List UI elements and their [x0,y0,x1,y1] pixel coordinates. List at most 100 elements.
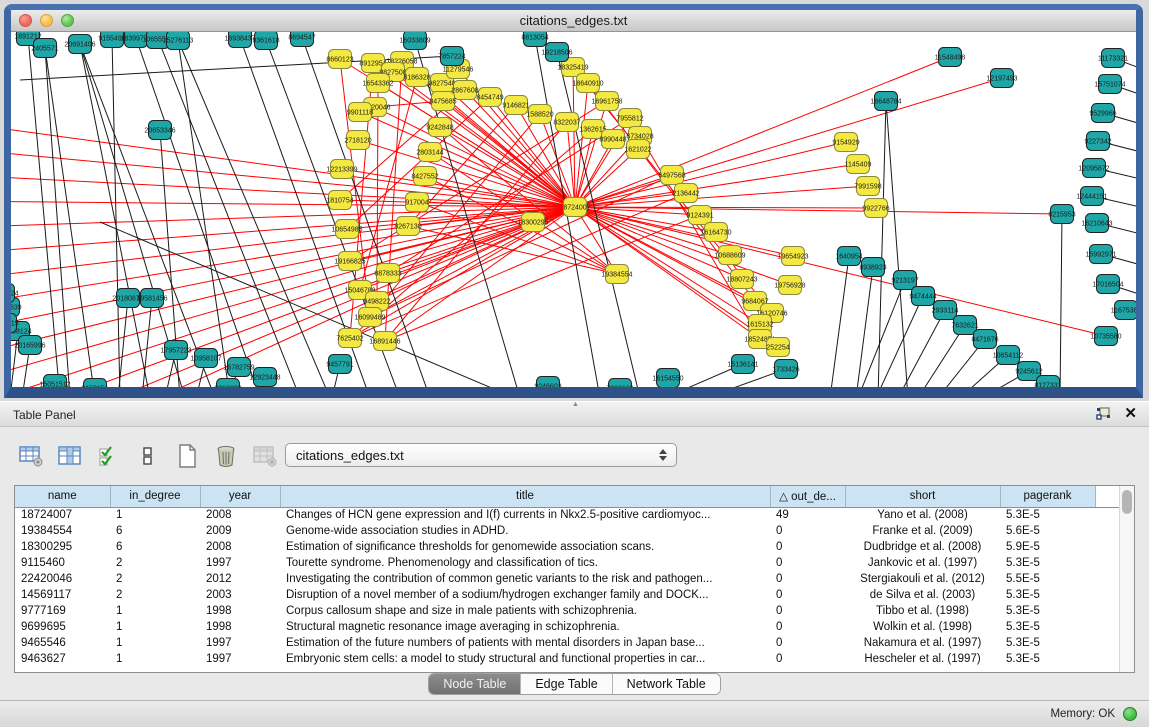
column-header-name[interactable]: name [15,486,110,507]
graph-node-label: 10958107 [190,356,221,363]
status-bar: Memory: OK [0,700,1149,727]
table-cell-filler [1095,523,1119,539]
delete-table-button-disabled [252,443,278,469]
graph-node-label: 16154550 [652,376,683,383]
graph-edge [11,147,575,207]
table-cell: 2003 [200,587,280,603]
table-cell: 5.3E-5 [1000,555,1095,571]
table-row[interactable]: 911546021997Tourette syndrome. Phenomeno… [15,555,1119,571]
table-cell: Embryonic stem cells: a model to study s… [280,651,770,667]
graph-edge [11,207,575,336]
table-cell: 9115460 [15,555,110,571]
graph-node-label: 2160639 [11,305,22,312]
table-row[interactable]: 946554611997Estimation of the future num… [15,635,1119,651]
table-cell: 0 [770,571,845,587]
network-canvas[interactable]: 1872400718300295193845548660123891295418… [11,32,1136,387]
graph-edge [830,256,849,387]
column-header-in-degree[interactable]: in_degree [110,486,200,507]
select-columns-button[interactable] [96,443,122,469]
create-column-button[interactable] [174,443,200,469]
show-columns-button[interactable] [57,443,83,469]
graph-node-label: 16891446 [369,339,400,346]
graph-edge [575,129,593,207]
table-selector-dropdown[interactable]: citations_edges.txt [285,443,677,467]
graph-edge [385,215,700,341]
delete-column-button[interactable] [213,443,239,469]
table-row[interactable]: 1872400712008Changes of HCN gene express… [15,507,1119,523]
table-row[interactable]: 946362711997Embryonic stem cells: a mode… [15,651,1119,667]
tab-edge-table[interactable]: Edge Table [521,674,612,694]
table-cell: 5.3E-5 [1000,587,1095,603]
table-cell: 5.3E-5 [1000,651,1095,667]
table-cell: 2 [110,571,200,587]
column-header-year[interactable]: year [200,486,280,507]
graph-node-label: 16543362 [362,81,393,88]
table-cell-filler [1095,635,1119,651]
graph-edge [80,44,215,387]
graph-node-label: 8475685 [429,99,456,106]
close-panel-icon[interactable]: ✕ [1124,406,1137,422]
graph-edge [575,101,607,207]
graph-node-label: 17957223 [160,348,191,355]
column-header-pagerank[interactable]: pagerank [1000,486,1095,507]
table-scrollbar[interactable] [1119,486,1134,672]
graph-node-label: 19166825 [334,259,365,266]
graph-node-label: 9150151 [81,386,108,388]
table-row[interactable]: 977716911998Corpus callosum shape and si… [15,603,1119,619]
table-mode-button[interactable] [18,443,44,469]
graph-node-label: 9154929 [832,140,859,147]
table-cell: Estimation of the future numbers of pati… [280,635,770,651]
column-header-short[interactable]: short [845,486,1000,507]
float-panel-icon[interactable] [1096,407,1112,421]
network-window-titlebar[interactable]: citations_edges.txt [11,10,1136,32]
graph-node-label: 8813054 [521,35,548,42]
memory-status-indicator[interactable] [1123,707,1137,721]
table-cell: Stergiakouli et al. (2012) [845,571,1000,587]
graph-node-label: 9498222 [363,299,390,306]
stacked-squares-button[interactable] [135,443,161,469]
graph-node-label: 7632621 [951,323,978,330]
graph-edge [45,48,95,387]
table-row[interactable]: 2242004622012Investigating the contribut… [15,571,1119,587]
table-row[interactable]: 1456911722003Disruption of a novel membe… [15,587,1119,603]
graph-node-label: 6497568 [658,173,685,180]
graph-node-label: 917004 [405,200,428,207]
tab-network-table[interactable]: Network Table [613,674,720,694]
graph-node-label: 18640910 [572,81,603,88]
graph-node-label: 1640954 [835,254,862,261]
graph-node-label: 11548498 [935,55,966,62]
graph-node-label: 15992971 [1085,252,1116,259]
table-cell-filler [1095,603,1119,619]
tab-node-table[interactable]: Node Table [429,674,521,694]
table-row[interactable]: 1938455462009Genome-wide association stu… [15,523,1119,539]
graph-edge [856,267,873,387]
graph-node-label: 8694547 [288,35,315,42]
graph-node-label: 8938923 [859,265,886,272]
graph-node-label: 16164730 [700,230,731,237]
graph-node-label: 9827548 [428,81,455,88]
table-scrollbar-thumb[interactable] [1122,490,1132,514]
table-cell: 5.9E-5 [1000,539,1095,555]
table-cell: 2 [110,555,200,571]
table-row[interactable]: 1830029562008Estimation of significance … [15,539,1119,555]
graph-node-label: 20165996 [14,343,45,350]
splitter-handle[interactable]: ▲ [572,401,579,408]
graph-edge [575,207,772,313]
table-cell: 9463627 [15,651,110,667]
graph-edge [370,114,540,317]
graph-node-label: 16782759 [223,365,254,372]
column-header-title[interactable]: title [280,486,770,507]
graph-node-label: 15051512 [39,382,70,388]
table-row[interactable]: 969969511998Structural magnetic resonanc… [15,619,1119,635]
graph-node-label: 8660123 [326,57,353,64]
table-cell: Disruption of a novel member of a sodium… [280,587,770,603]
table-selector-value: citations_edges.txt [286,448,654,463]
graph-node-label: 9361618 [252,38,279,45]
memory-status-label: Memory: OK [1050,708,1115,720]
column-header-out-de-[interactable]: △ out_de... [770,486,845,507]
table-cell: 2012 [200,571,280,587]
graph-node-label: 252254 [766,345,789,352]
graph-node-label: 7906668 [606,386,633,388]
graph-node-label: 8127331 [1034,383,1061,388]
table-cell: 1998 [200,603,280,619]
